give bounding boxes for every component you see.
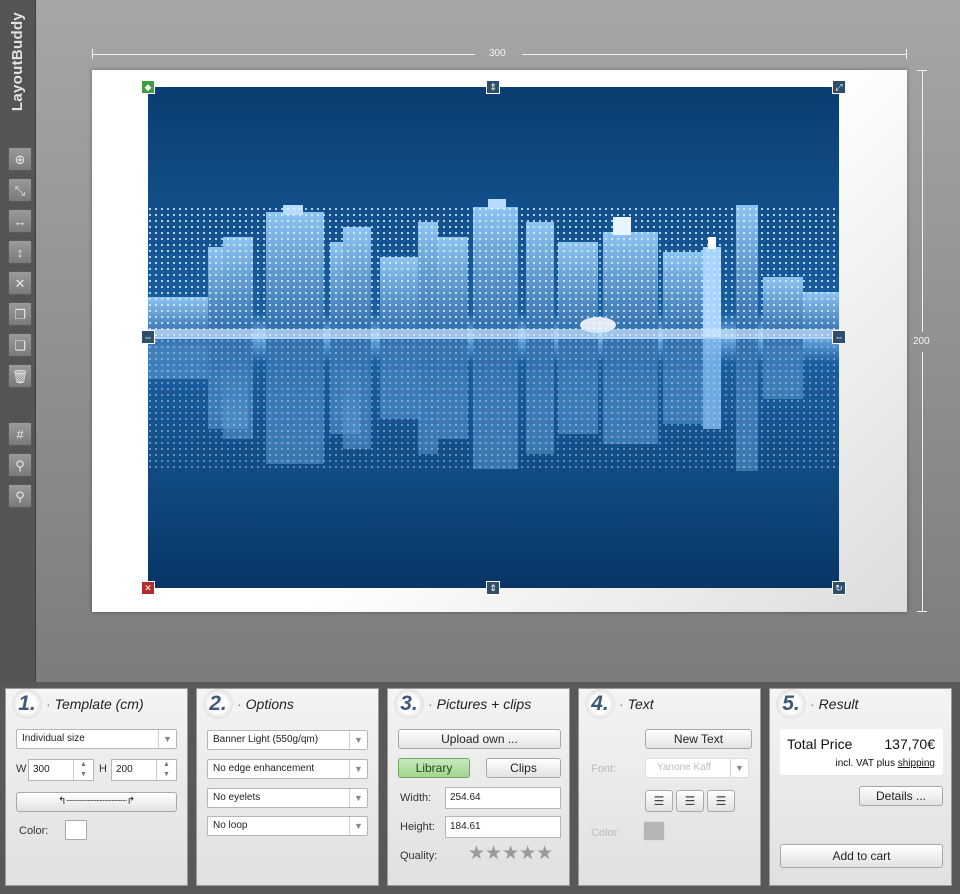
picture-width-input[interactable]: 254.64 xyxy=(445,787,561,809)
picture-width-label: Width: xyxy=(400,792,432,804)
resize-left-handle-icon[interactable]: ⇔ xyxy=(141,330,155,344)
panel-header: 3. Pictures + clips xyxy=(388,689,569,719)
ruler-tick xyxy=(917,611,927,612)
details-button[interactable]: Details ... xyxy=(859,786,943,806)
shipping-link[interactable]: shipping xyxy=(898,758,935,769)
ruler-tick xyxy=(917,70,927,71)
picture-height-input[interactable]: 184.61 xyxy=(445,816,561,838)
total-price-value: 137,70€ xyxy=(884,736,935,752)
zoom-out-icon[interactable]: ⚲ xyxy=(8,484,32,508)
upload-button[interactable]: Upload own ... xyxy=(398,729,561,749)
panel-header: 5. Result xyxy=(770,689,951,719)
pictures-panel: 3. Pictures + clips Upload own ... Libra… xyxy=(387,688,570,886)
text-color-label: Color: xyxy=(591,827,621,839)
result-panel: 5. Result Total Price 137,70€ incl. VAT … xyxy=(769,688,952,886)
eyelets-select[interactable]: No eyelets ▼ xyxy=(207,788,368,808)
add-to-cart-button[interactable]: Add to cart xyxy=(780,844,943,868)
background-color-swatch[interactable] xyxy=(65,820,87,840)
rotate-corner-handle-icon[interactable]: ↻ xyxy=(832,581,846,595)
chevron-down-icon: ▼ xyxy=(349,817,367,835)
color-label: Color: xyxy=(19,825,49,837)
chevron-down-icon: ▼ xyxy=(349,789,367,807)
bring-front-icon[interactable]: ❐ xyxy=(8,302,32,326)
send-back-icon[interactable]: ❏ xyxy=(8,333,32,357)
material-select[interactable]: Banner Light (550g/qm) ▼ xyxy=(207,730,368,750)
chevron-down-icon: ▼ xyxy=(349,731,367,749)
zoom-in-icon[interactable]: ⚲ xyxy=(8,453,32,477)
size-select[interactable]: Individual size ▼ xyxy=(16,729,177,749)
step-number: 4. xyxy=(585,689,615,719)
chevron-down-icon: ▼ xyxy=(349,760,367,778)
height-input[interactable]: 200 ▲ ▼ xyxy=(111,759,177,781)
step-number: 1. xyxy=(12,689,42,719)
skyline-photo[interactable] xyxy=(148,87,839,588)
panel-header: 2. Options xyxy=(197,689,378,719)
delete-handle-icon[interactable]: ✕ xyxy=(141,581,155,595)
library-button[interactable]: Library xyxy=(398,758,470,778)
ruler-vertical-top xyxy=(922,70,923,332)
panel-title: Pictures + clips xyxy=(428,696,532,712)
resize-right-handle-icon[interactable]: ⇔ xyxy=(832,330,846,344)
template-panel: 1. Template (cm) Individual size▼ W 300▲… xyxy=(5,688,188,886)
ruler-horizontal-left xyxy=(92,54,475,55)
swap-orientation-button[interactable]: ↰┈┈┈┈┈┈┈┈┈┈↱ xyxy=(16,792,177,812)
new-text-button[interactable]: New Text xyxy=(645,729,752,749)
rotate-handle-icon[interactable]: ◆ xyxy=(141,80,155,94)
loop-select[interactable]: No loop ▼ xyxy=(207,816,368,836)
spinner-icon[interactable]: ▲ ▼ xyxy=(73,760,93,780)
brand-logo: LayoutBuddy xyxy=(9,11,27,111)
trash-icon[interactable]: 🗑 xyxy=(8,364,32,388)
align-left-button[interactable]: ☰ xyxy=(645,790,673,812)
font-label: Font: xyxy=(591,763,617,775)
panel-title: Template (cm) xyxy=(46,696,144,712)
fit-icon[interactable]: ⤡ xyxy=(8,178,32,202)
ruler-tick xyxy=(92,49,93,59)
clips-button[interactable]: Clips xyxy=(486,758,561,778)
height-label: H xyxy=(99,763,107,775)
total-price-label: Total Price xyxy=(787,736,853,752)
quality-label: Quality: xyxy=(400,850,438,862)
resize-bottom-handle-icon[interactable]: ⇕ xyxy=(486,581,500,595)
resize-top-handle-icon[interactable]: ⇕ xyxy=(486,80,500,94)
align-center-button[interactable]: ☰ xyxy=(676,790,704,812)
fit-height-icon[interactable]: ↕ xyxy=(8,240,32,264)
vat-note: incl. VAT plus shipping xyxy=(835,758,935,769)
ruler-height-label: 200 xyxy=(913,336,930,347)
edge-select[interactable]: No edge enhancement ▼ xyxy=(207,759,368,779)
bottom-panels: 1. Template (cm) Individual size▼ W 300▲… xyxy=(0,682,960,894)
toolbar-sidebar: LayoutBuddy ⊕ ⤡ ↔ ↕ ✕ ❐ ❏ 🗑 # ⚲ ⚲ xyxy=(0,0,36,682)
ruler-tick xyxy=(906,49,907,59)
panel-title: Result xyxy=(810,696,859,712)
stretch-icon[interactable]: ✕ xyxy=(8,271,32,295)
chevron-down-icon: ▼ xyxy=(158,730,176,748)
text-panel: 4. Text New Text Font: Yanone Kaff▼ ☰ ☰ … xyxy=(578,688,761,886)
panel-title: Text xyxy=(619,696,654,712)
resize-corner-handle-icon[interactable]: ⤢ xyxy=(832,80,846,94)
panel-header: 4. Text xyxy=(579,689,760,719)
step-number: 2. xyxy=(203,689,233,719)
font-select[interactable]: Yanone Kaff ▼ xyxy=(645,758,749,778)
add-icon[interactable]: ⊕ xyxy=(8,147,32,171)
price-box: Total Price 137,70€ incl. VAT plus shipp… xyxy=(780,729,943,775)
step-number: 5. xyxy=(776,689,806,719)
text-color-swatch[interactable] xyxy=(643,821,665,841)
step-number: 3. xyxy=(394,689,424,719)
width-input[interactable]: 300 ▲ ▼ xyxy=(28,759,94,781)
picture-height-label: Height: xyxy=(400,821,435,833)
fit-width-icon[interactable]: ↔ xyxy=(8,209,32,233)
ruler-width-label: 300 xyxy=(489,48,506,59)
ruler-horizontal-right xyxy=(522,54,907,55)
align-right-button[interactable]: ☰ xyxy=(707,790,735,812)
width-label: W xyxy=(16,763,27,775)
panel-header: 1. Template (cm) xyxy=(6,689,187,719)
quality-stars-icon: ★★★★★ xyxy=(468,843,554,864)
options-panel: 2. Options Banner Light (550g/qm)▼ No ed… xyxy=(196,688,379,886)
chevron-down-icon: ▼ xyxy=(730,759,748,777)
spinner-icon[interactable]: ▲ ▼ xyxy=(156,760,176,780)
panel-title: Options xyxy=(237,696,294,712)
grid-icon[interactable]: # xyxy=(8,422,32,446)
ruler-vertical-bottom xyxy=(922,352,923,612)
